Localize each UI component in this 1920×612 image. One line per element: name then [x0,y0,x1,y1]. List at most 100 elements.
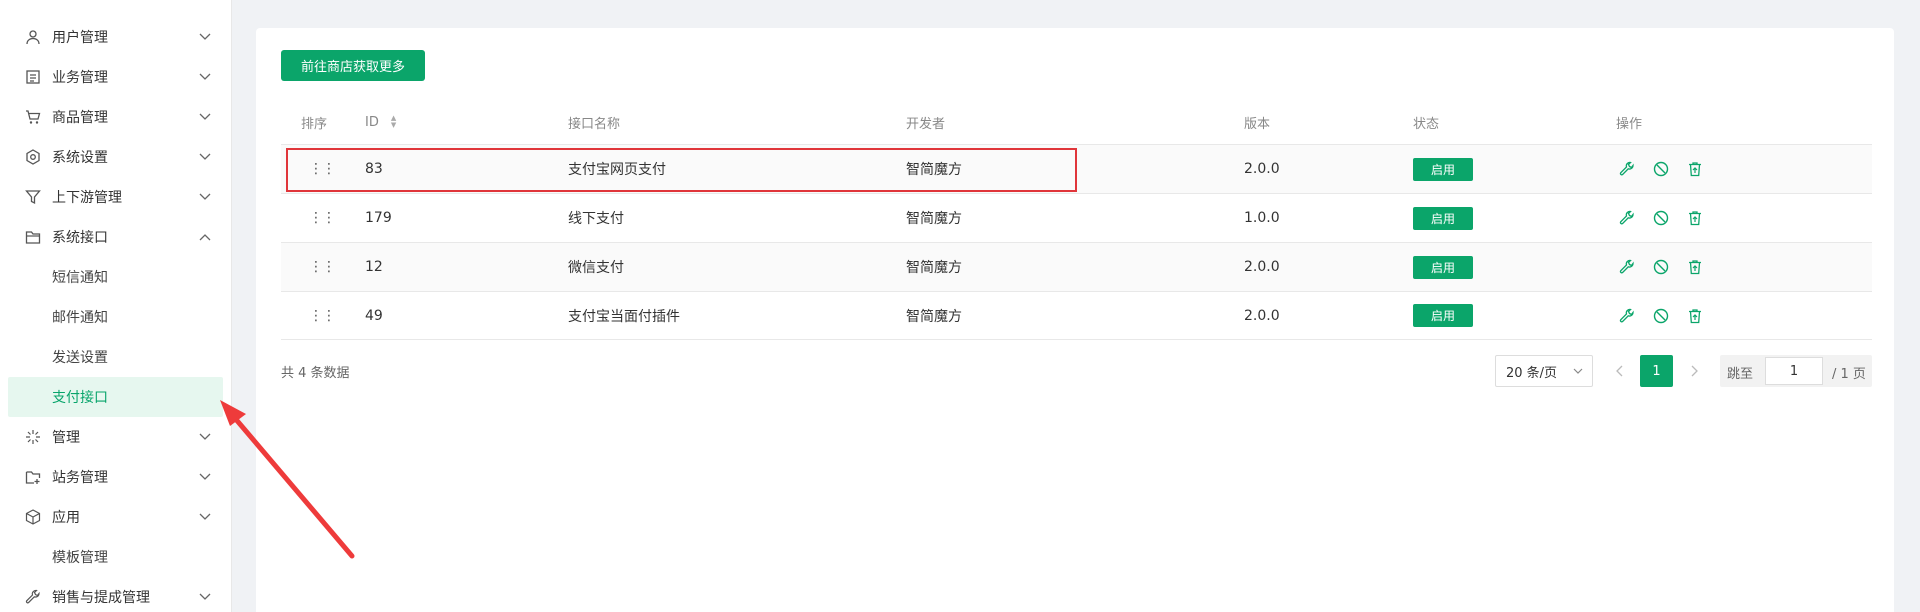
status-badge[interactable]: 启用 [1413,157,1473,181]
sidebar-item-label: 应用 [52,510,80,526]
prev-page-icon[interactable] [1610,355,1630,387]
sparkle-icon [24,428,42,446]
sidebar-subitem-email[interactable]: 邮件通知 [0,297,232,337]
column-header-sort: 排序 [301,116,328,132]
sidebar-item-site-affairs[interactable]: 站务管理 [0,457,232,497]
wrench-icon[interactable] [1617,159,1637,179]
chevron-down-icon [198,30,212,44]
go-to-store-button[interactable]: 前往商店获取更多 [281,50,425,81]
wrench-icon[interactable] [1617,208,1637,228]
table-header: 排序 ID ▲ ▼ 接口名称 开发者 版本 状态 操作 [281,100,1872,144]
gear-hex-icon [24,148,42,166]
row-name: 微信支付 [568,260,624,276]
row-developer: 智简魔方 [906,260,962,276]
sidebar: 用户管理 业务管理 商品管理 系统设置 上下游管理 系统接口 短信通知 邮件通知… [0,0,232,612]
total-count: 共 4 条数据 [281,366,350,381]
disable-circle-icon[interactable] [1651,208,1671,228]
jump-label: 跳至 [1727,367,1754,382]
sidebar-subitem-sms[interactable]: 短信通知 [0,257,232,297]
sidebar-item-label: 销售与提成管理 [52,590,150,606]
sidebar-subitem-send-settings[interactable]: 发送设置 [0,337,232,377]
sidebar-item-label: 用户管理 [52,30,108,46]
disable-circle-icon[interactable] [1651,306,1671,326]
disable-circle-icon[interactable] [1651,257,1671,277]
user-icon [24,28,42,46]
sidebar-item-label: 业务管理 [52,70,108,86]
column-header-id[interactable]: ID ▲ ▼ [365,100,396,144]
row-actions [1617,292,1705,339]
wrench-icon[interactable] [1617,306,1637,326]
row-id: 49 [365,307,383,324]
sidebar-item-management[interactable]: 管理 [0,417,232,457]
document-list-icon [24,68,42,86]
table-row: ⋮⋮ 49 支付宝当面付插件 智简魔方 2.0.0 启用 [281,291,1872,340]
row-actions [1617,145,1705,193]
row-id: 12 [365,259,383,275]
page-number-current[interactable]: 1 [1640,355,1673,387]
drag-handle-icon[interactable]: ⋮⋮ [309,194,336,242]
row-version: 2.0.0 [1244,307,1280,324]
sidebar-subitem-label: 邮件通知 [52,310,108,326]
cube-icon [24,508,42,526]
chevron-down-icon [1573,364,1583,382]
status-badge[interactable]: 启用 [1413,206,1473,230]
sidebar-item-product-management[interactable]: 商品管理 [0,97,232,137]
jump-page-input[interactable] [1765,357,1823,385]
chevron-down-icon [198,430,212,444]
next-page-icon[interactable] [1684,355,1704,387]
row-name: 线下支付 [568,211,624,227]
delete-icon[interactable] [1685,257,1705,277]
sidebar-item-sales-commission[interactable]: 销售与提成管理 [0,577,232,612]
status-badge[interactable]: 启用 [1413,255,1473,279]
sidebar-subitem-template[interactable]: 模板管理 [0,537,232,577]
sidebar-subitem-label: 模板管理 [52,550,108,566]
row-actions [1617,194,1705,242]
chevron-down-icon [198,510,212,524]
sidebar-subitem-label: 短信通知 [52,270,108,286]
sidebar-item-upstream-downstream[interactable]: 上下游管理 [0,177,232,217]
drag-handle-icon[interactable]: ⋮⋮ [309,243,336,291]
row-name: 支付宝当面付插件 [568,308,680,325]
sidebar-item-apps[interactable]: 应用 [0,497,232,537]
disable-circle-icon[interactable] [1651,159,1671,179]
delete-icon[interactable] [1685,208,1705,228]
filter-icon [24,188,42,206]
column-header-label: ID [365,114,379,130]
table-row: ⋮⋮ 179 线下支付 智简魔方 1.0.0 启用 [281,193,1872,242]
wrench-icon [24,588,42,606]
sidebar-item-label: 管理 [52,430,80,446]
drag-handle-icon[interactable]: ⋮⋮ [309,292,336,339]
row-version: 2.0.0 [1244,259,1280,275]
chevron-down-icon [198,110,212,124]
folder-icon [24,228,42,246]
column-header-developer: 开发者 [906,116,946,132]
delete-icon[interactable] [1685,159,1705,179]
sidebar-item-business-management[interactable]: 业务管理 [0,57,232,97]
page-jumper: 跳至 / 1 页 [1720,355,1872,387]
row-developer: 智简魔方 [906,308,962,325]
row-developer: 智简魔方 [906,211,962,227]
highlight-annotation-box [286,148,1077,192]
chevron-down-icon [198,470,212,484]
column-header-name: 接口名称 [568,116,621,132]
wrench-icon[interactable] [1617,257,1637,277]
sidebar-subitem-payment-interface[interactable]: 支付接口 [8,377,223,417]
page-size-value: 20 条/页 [1506,365,1558,381]
sidebar-item-user-management[interactable]: 用户管理 [0,17,232,57]
delete-icon[interactable] [1685,306,1705,326]
sort-icon[interactable]: ▲ ▼ [391,115,396,129]
column-header-status: 状态 [1413,116,1440,132]
folder-add-icon [24,468,42,486]
row-version: 1.0.0 [1244,210,1280,226]
column-header-version: 版本 [1244,116,1271,132]
page-size-select[interactable]: 20 条/页 [1495,355,1593,387]
row-id: 179 [365,210,392,226]
sidebar-item-label: 商品管理 [52,110,108,126]
sidebar-subitem-label: 支付接口 [52,390,108,406]
status-badge[interactable]: 启用 [1413,304,1473,327]
column-header-actions: 操作 [1616,116,1643,132]
sidebar-subitem-label: 发送设置 [52,350,108,366]
sidebar-item-system-settings[interactable]: 系统设置 [0,137,232,177]
sidebar-item-system-interface[interactable]: 系统接口 [0,217,232,257]
sidebar-item-label: 站务管理 [52,470,108,486]
